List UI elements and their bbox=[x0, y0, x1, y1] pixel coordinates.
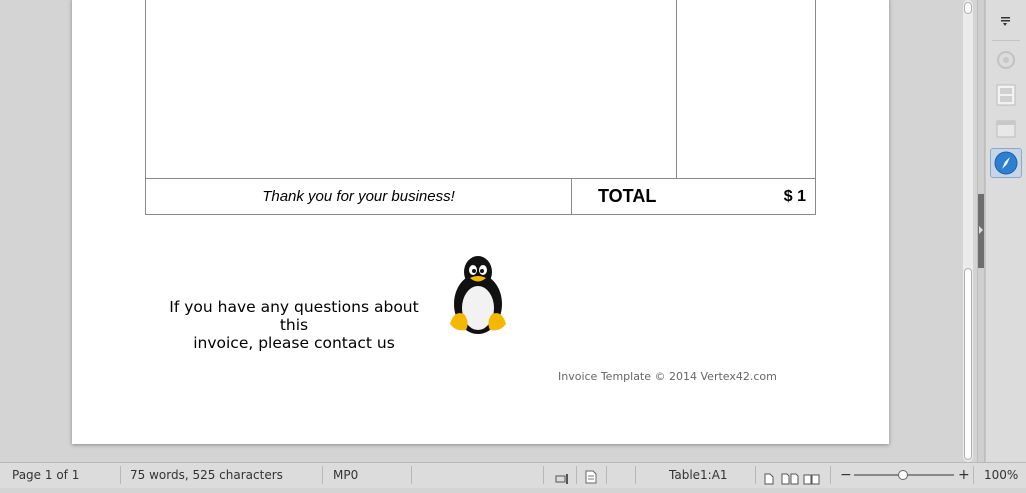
status-separator bbox=[830, 466, 831, 484]
selection-mode-icon bbox=[555, 474, 568, 484]
sidebar-separator bbox=[992, 40, 1020, 41]
contact-text: If you have any questions about this inv… bbox=[154, 298, 434, 352]
page-button[interactable] bbox=[990, 80, 1022, 110]
table-column-divider bbox=[571, 179, 572, 214]
status-separator bbox=[543, 466, 544, 484]
total-label: TOTAL bbox=[598, 186, 657, 206]
items-table-body[interactable] bbox=[145, 0, 816, 178]
document-modified-button[interactable] bbox=[585, 468, 597, 484]
single-page-view-icon bbox=[764, 473, 774, 485]
compass-icon bbox=[994, 151, 1018, 175]
page-count[interactable]: Page 1 of 1 bbox=[12, 463, 79, 488]
navigator-button[interactable] bbox=[990, 45, 1022, 75]
contact-line-1: If you have any questions about this bbox=[169, 298, 419, 334]
navigator-icon bbox=[997, 51, 1015, 69]
right-sidebar bbox=[985, 0, 1026, 462]
scrollbar-thumb[interactable] bbox=[964, 268, 972, 460]
zoom-in-button[interactable]: + bbox=[958, 463, 970, 488]
status-separator bbox=[411, 466, 412, 484]
table-total-row[interactable]: Thank you for your business! TOTAL $ 1 bbox=[145, 178, 816, 215]
contact-line-2: invoice, please contact us bbox=[193, 334, 395, 352]
status-separator bbox=[322, 466, 323, 484]
table-column-divider bbox=[676, 0, 677, 178]
status-separator bbox=[755, 466, 756, 484]
gallery-icon bbox=[996, 120, 1016, 138]
sidebar-menu-icon bbox=[1001, 17, 1010, 26]
status-separator bbox=[576, 466, 577, 484]
sidebar-collapse-handle[interactable] bbox=[977, 0, 985, 462]
scrollbar-up[interactable] bbox=[964, 2, 972, 14]
document-workspace: Thank you for your business! TOTAL $ 1 I… bbox=[0, 0, 962, 462]
zoom-level[interactable]: 100% bbox=[984, 463, 1018, 488]
document-page[interactable]: Thank you for your business! TOTAL $ 1 I… bbox=[72, 0, 889, 444]
multi-page-view-button[interactable] bbox=[781, 469, 799, 485]
zoom-out-button[interactable]: − bbox=[840, 463, 852, 488]
multi-page-view-icon bbox=[781, 473, 799, 485]
book-view-button[interactable] bbox=[803, 469, 821, 485]
book-view-icon bbox=[803, 474, 820, 485]
status-separator bbox=[973, 466, 974, 484]
status-separator bbox=[120, 466, 121, 484]
table-cell-indicator: Table1:A1 bbox=[669, 468, 728, 482]
page-style[interactable]: MP0 bbox=[333, 463, 358, 488]
status-separator bbox=[606, 466, 607, 484]
vertical-scrollbar[interactable] bbox=[962, 0, 976, 462]
zoom-slider-thumb[interactable] bbox=[898, 470, 908, 480]
document-modified-icon bbox=[585, 470, 597, 484]
tux-penguin-icon[interactable] bbox=[446, 254, 510, 338]
status-separator bbox=[635, 466, 636, 484]
single-page-view-button[interactable] bbox=[764, 469, 774, 485]
word-count[interactable]: 75 words, 525 characters bbox=[130, 463, 283, 488]
thank-you-text: Thank you for your business! bbox=[262, 188, 455, 205]
selection-mode-button[interactable] bbox=[555, 469, 569, 484]
compass-button[interactable] bbox=[990, 148, 1022, 178]
total-value[interactable]: $ 1 bbox=[784, 179, 806, 214]
page-icon bbox=[996, 84, 1016, 106]
collapse-grip-icon[interactable] bbox=[978, 194, 984, 268]
template-credit: Invoice Template © 2014 Vertex42.com bbox=[558, 370, 777, 383]
gallery-button[interactable] bbox=[990, 114, 1022, 144]
status-bar: Page 1 of 1 75 words, 525 characters MP0… bbox=[0, 462, 1026, 488]
sidebar-menu-button[interactable] bbox=[990, 6, 1022, 36]
